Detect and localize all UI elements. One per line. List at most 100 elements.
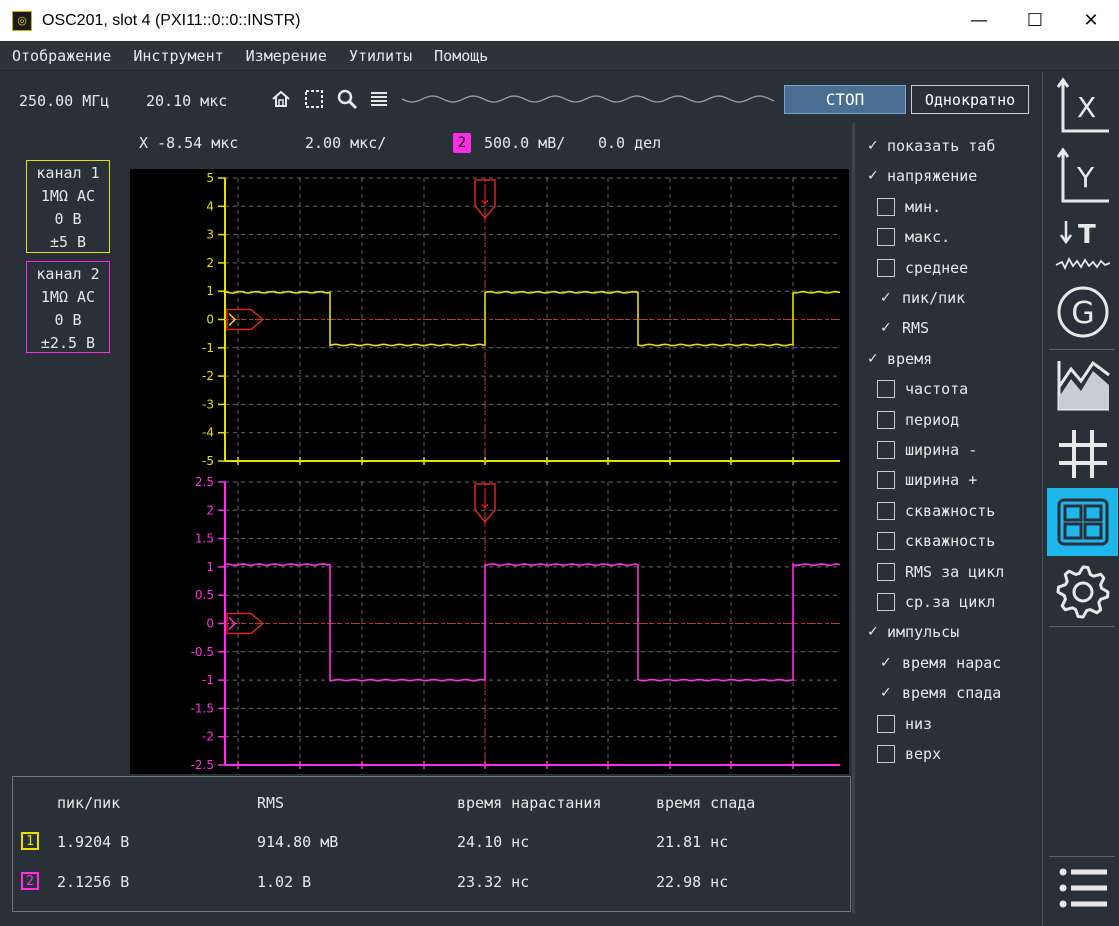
checkbox[interactable]: [877, 258, 895, 277]
measurement-label: RMS: [902, 319, 930, 338]
toolbar: 250.00 МГц 20.10 мкс СТОП Однократно: [0, 72, 1040, 122]
title-bar: ◎ OSC201, slot 4 (PXI11::0::0::INSTR) — …: [0, 0, 1119, 41]
channel-2-info[interactable]: канал 2 1MΩ AC 0 В ±2.5 В: [26, 261, 110, 353]
checkbox[interactable]: [877, 471, 895, 490]
measurement-label: частота: [905, 380, 969, 399]
chart-view-button[interactable]: [1047, 352, 1118, 420]
channel-2-coupling: 1MΩ AC: [40, 288, 96, 306]
channel-2-range: ±2.5 В: [40, 334, 96, 352]
result-header-rms: RMS: [257, 794, 285, 812]
settings-button[interactable]: [1047, 558, 1118, 626]
maximize-button[interactable]: ☐: [1007, 0, 1063, 41]
result-row-2-fall: 22.98 нс: [656, 873, 729, 891]
x-axis-button[interactable]: X: [1047, 74, 1118, 142]
measurement-option[interactable]: среднее: [877, 255, 968, 281]
measurement-option[interactable]: ✓ время нарас: [880, 650, 1001, 676]
menu-instrument[interactable]: Инструмент: [133, 47, 223, 65]
measurement-option[interactable]: частота: [877, 376, 968, 402]
checkbox[interactable]: [877, 197, 895, 216]
check-icon: ✓: [867, 168, 879, 185]
menu-measure[interactable]: Измерение: [246, 47, 327, 65]
checkbox[interactable]: [877, 714, 895, 733]
checkbox[interactable]: [877, 441, 895, 459]
y-tick-label: 0: [206, 313, 214, 327]
channel-1-info[interactable]: канал 1 1MΩ AC 0 В ±5 В: [26, 160, 110, 253]
measurement-label: импульсы: [887, 623, 960, 642]
grid-button[interactable]: [1047, 420, 1118, 488]
measurement-option[interactable]: мин.: [877, 194, 941, 220]
zoom-box-icon[interactable]: [303, 88, 325, 110]
measurement-label: показать таб: [887, 137, 996, 155]
search-icon[interactable]: [336, 88, 358, 110]
menu-bar: Отображение Инструмент Измерение Утилиты…: [0, 41, 1119, 71]
timebase: 2.00 мкс/: [305, 134, 387, 152]
measurement-option[interactable]: ✓ время: [867, 346, 932, 372]
measurement-option[interactable]: ✓ показать таб: [867, 133, 995, 159]
active-channel-badge[interactable]: 2: [453, 133, 471, 153]
menu-display[interactable]: Отображение: [12, 47, 111, 65]
measurement-option[interactable]: ср.за цикл: [877, 589, 995, 615]
measurement-label: RMS за цикл: [905, 562, 1005, 581]
y-axis-button[interactable]: Y: [1047, 144, 1118, 212]
check-icon: ✓: [880, 685, 892, 702]
vertical-scale: 500.0 мВ/: [484, 134, 566, 152]
y-tick-label: -3: [202, 397, 214, 411]
checkbox[interactable]: [877, 562, 895, 581]
measurement-option[interactable]: ✓ RMS: [880, 315, 929, 341]
measurement-option[interactable]: макс.: [877, 224, 950, 250]
checkbox[interactable]: [877, 410, 895, 429]
measurement-option[interactable]: ✓ импульсы: [867, 619, 959, 645]
checkbox[interactable]: [877, 380, 895, 399]
scope-display[interactable]: 5 4 3 2 1 0 -1 -2 -3 -4 -5 2.5 2 1.5 1 0.5 0 -0.5 -1 -1.5 -2…: [130, 169, 849, 774]
acquisition-wave-icon: [402, 95, 774, 103]
close-button[interactable]: ✕: [1063, 0, 1119, 41]
measurement-label: макс.: [905, 228, 951, 247]
checkbox[interactable]: [877, 593, 895, 611]
measurement-option[interactable]: ширина -: [877, 437, 977, 463]
y-axis-letter: Y: [1076, 161, 1095, 194]
stop-button[interactable]: СТОП: [784, 85, 906, 114]
results-table: пик/пик RMS время нарастания время спада…: [12, 776, 851, 912]
measurement-option[interactable]: скважность: [877, 528, 995, 554]
measurement-label: время нарас: [902, 653, 1002, 672]
channel-1-offset: 0 В: [54, 210, 82, 228]
measurements-button[interactable]: [1047, 488, 1118, 556]
result-row-2-rise: 23.32 нс: [457, 873, 530, 891]
trigger-button[interactable]: T: [1047, 212, 1118, 280]
main-menu-button[interactable]: [1047, 854, 1118, 922]
checkbox[interactable]: [877, 532, 895, 551]
checkbox[interactable]: [877, 501, 895, 520]
checkbox[interactable]: [877, 745, 895, 763]
measurement-option[interactable]: период: [877, 407, 959, 433]
trigger-icon: T: [1055, 220, 1110, 271]
measurement-label: скважность: [905, 501, 996, 520]
result-header-fall: время спада: [656, 794, 756, 812]
measurement-option[interactable]: ширина +: [877, 467, 977, 493]
single-button[interactable]: Однократно: [911, 85, 1029, 114]
result-row-1-badge: 1: [21, 832, 39, 850]
menu-utilities[interactable]: Утилиты: [349, 47, 412, 65]
minimize-button[interactable]: —: [951, 0, 1007, 41]
grid-icon: [1058, 430, 1107, 478]
measurement-option[interactable]: низ: [877, 711, 932, 737]
home-icon[interactable]: [270, 88, 292, 110]
measurement-option[interactable]: ✓ пик/пик: [880, 285, 965, 311]
y-tick-label: -5: [202, 454, 214, 468]
y-tick-label: 1: [206, 284, 214, 298]
side-rail: X Y T G: [1042, 72, 1119, 926]
measurement-option[interactable]: ✓ время спада: [880, 680, 1001, 706]
checkbox[interactable]: [877, 228, 895, 247]
measurement-option[interactable]: RMS за цикл: [877, 559, 1004, 585]
x-position: X -8.54 мкс: [139, 134, 239, 152]
table-layout-icon: [1057, 498, 1108, 546]
menu-lines-icon[interactable]: [368, 88, 390, 110]
measurement-option[interactable]: скважность: [877, 498, 995, 524]
y-tick-label: -2: [202, 369, 214, 383]
menu-help[interactable]: Помощь: [434, 47, 488, 65]
result-header-rise: время нарастания: [457, 794, 602, 812]
measurement-option[interactable]: ✓ напряжение: [867, 163, 977, 189]
measurement-option[interactable]: верх: [877, 741, 941, 767]
generator-button[interactable]: G: [1047, 278, 1118, 346]
y-tick-label: 1: [206, 560, 214, 574]
result-row-1-rms: 914.80 мВ: [257, 833, 339, 851]
